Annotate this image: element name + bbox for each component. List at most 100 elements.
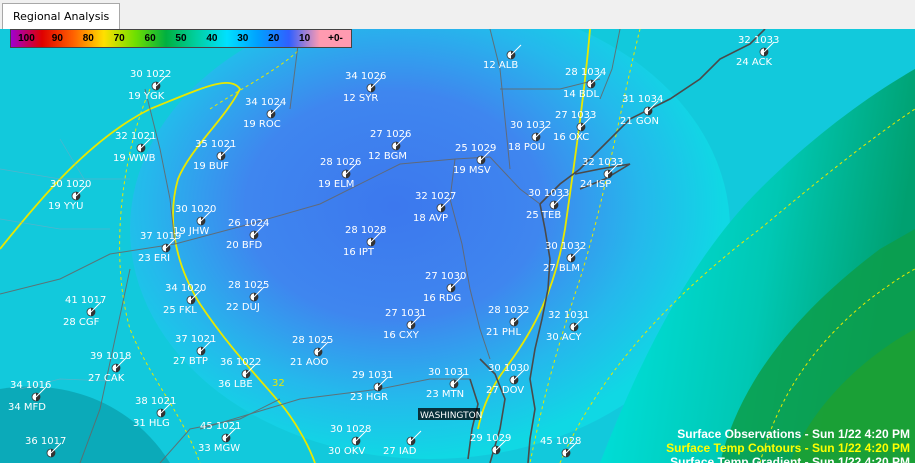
station-temp-pressure: 32 1033: [582, 157, 623, 168]
legend-cell: 50: [165, 30, 197, 47]
station-temp-pressure: 34 1016: [10, 380, 51, 391]
station-temp-pressure: 27 1030: [425, 271, 466, 282]
legend-label: 100: [18, 33, 35, 44]
station-temp-pressure: 30 1022: [130, 69, 171, 80]
legend-cell: +0-: [320, 30, 351, 47]
station-temp-pressure: 41 1017: [65, 295, 106, 306]
station-dewpoint-id: 12 ALB: [483, 60, 518, 71]
status-overlay: Surface Observations - Sun 1/22 4:20 PMS…: [666, 427, 910, 463]
legend-cell: 30: [227, 30, 259, 47]
station-dewpoint-id: 20 BFD: [226, 240, 263, 251]
station-dewpoint-id: 19 BUF: [193, 161, 229, 172]
station-temp-pressure: 28 1032: [488, 305, 529, 316]
status-line: Surface Observations - Sun 1/22 4:20 PM: [677, 427, 910, 441]
station-temp-pressure: 28 1025: [292, 335, 333, 346]
station-temp-pressure: 38 1021: [135, 396, 176, 407]
station-dewpoint-id: 30 ACY: [546, 332, 582, 343]
station-dewpoint-id: 18 POU: [508, 142, 545, 153]
station-dewpoint-id: 21 PHL: [486, 327, 521, 338]
legend-cell: 60: [134, 30, 166, 47]
station-dewpoint-id: 16 IPT: [343, 247, 375, 258]
station-dewpoint-id: 18 AVP: [413, 213, 448, 224]
station-dewpoint-id: 23 ERI: [138, 253, 170, 264]
station-dewpoint-id: 16 OXC: [553, 132, 589, 143]
station-temp-pressure: 28 1028: [345, 225, 386, 236]
station-temp-pressure: 30 1033: [528, 188, 569, 199]
station-dewpoint-id: 27 BLM: [543, 263, 580, 274]
station-dewpoint-id: 27 IAD: [383, 446, 417, 457]
legend-cell: 80: [72, 30, 104, 47]
legend-label: 10: [299, 33, 311, 44]
station-dewpoint-id: 27 DOV: [486, 385, 524, 396]
legend-cell: 100: [11, 30, 42, 47]
station-temp-pressure: 29 1031: [352, 370, 393, 381]
station-dewpoint-id: 14 BDL: [563, 89, 599, 100]
station-dewpoint-id: 19 ELM: [318, 179, 354, 190]
station-dewpoint-id: 33 MGW: [198, 443, 240, 454]
station-dewpoint-id: 34 MFD: [8, 402, 46, 413]
station-dewpoint-id: 24 ISP: [580, 179, 611, 190]
legend-label: 60: [144, 33, 156, 44]
station-temp-pressure: 32 1027: [415, 191, 456, 202]
station-dewpoint-id: 16 RDG: [423, 293, 461, 304]
legend-label: +0-: [328, 33, 343, 44]
station-dewpoint-id: 24 ACK: [736, 57, 773, 68]
legend-label: 80: [82, 33, 94, 44]
weather-map[interactable]: 32 30 1022 19 YGK 34 1026 12 SYR 34 1024 19 R…: [0, 29, 915, 463]
station-dewpoint-id: 19 YYU: [48, 201, 83, 212]
station-dewpoint-id: 23 MTN: [426, 389, 464, 400]
station-temp-pressure: 31 1034: [622, 94, 663, 105]
station-temp-pressure: 28 1025: [228, 280, 269, 291]
legend-label: 20: [268, 33, 280, 44]
station-dewpoint-id: 19 MSV: [453, 165, 491, 176]
station-dewpoint-id: 25 FKL: [163, 305, 197, 316]
legend-label: 50: [175, 33, 187, 44]
station-temp-pressure: 45 1028: [540, 436, 581, 447]
station-temp-pressure: 45 1021: [200, 421, 241, 432]
station-temp-pressure: 30 1020: [50, 179, 91, 190]
city-label-washington: WASHINGTON: [420, 411, 482, 421]
station-dewpoint-id: 28 CGF: [63, 317, 100, 328]
station-temp-pressure: 30 1028: [330, 424, 371, 435]
city-washington[interactable]: WASHINGTON: [418, 408, 482, 421]
legend-cell: 20: [258, 30, 290, 47]
station-temp-pressure: 29 1029: [470, 433, 511, 444]
station-temp-pressure: 25 1029: [455, 143, 496, 154]
legend-cell: 70: [103, 30, 135, 47]
color-legend: 100 90 80 70 60 50 40 30 20 10 +0-: [10, 29, 352, 48]
station-dewpoint-id: 19 ROC: [243, 119, 281, 130]
station-dewpoint-id: 23 HGR: [350, 392, 388, 403]
tab-regional-analysis[interactable]: Regional Analysis: [2, 3, 121, 30]
station-dewpoint-id: 22 DUJ: [226, 302, 260, 313]
station-dewpoint-id: 12 BGM: [368, 151, 407, 162]
legend-cell: 40: [196, 30, 228, 47]
contour-label: 32: [272, 378, 285, 389]
station-dewpoint-id: 19 WWB: [113, 153, 156, 164]
station-dewpoint-id: 16 CXY: [383, 330, 420, 341]
station-temp-pressure: 37 1019: [140, 231, 181, 242]
station-temp-pressure: 30 1032: [545, 241, 586, 252]
station-temp-pressure: 34 1024: [245, 97, 286, 108]
station-temp-pressure: 30 1031: [428, 367, 469, 378]
station-temp-pressure: 27 1031: [385, 308, 426, 319]
station-dewpoint-id: 27 CAK: [88, 373, 125, 384]
legend-label: 30: [237, 33, 249, 44]
station-temp-pressure: 32 1031: [548, 310, 589, 321]
station-temp-pressure: 28 1026: [320, 157, 361, 168]
status-line: Surface Temp Contours - Sun 1/22 4:20 PM: [666, 441, 910, 455]
station-temp-pressure: 27 1033: [555, 110, 596, 121]
station-temp-pressure: 34 1020: [165, 283, 206, 294]
station-dewpoint-id: 12 SYR: [343, 93, 378, 104]
station-dewpoint-id: 21 AOO: [290, 357, 328, 368]
station-dewpoint-id: 31 HLG: [133, 418, 170, 429]
legend-label: 40: [206, 33, 218, 44]
station-temp-pressure: 36 1017: [25, 436, 66, 447]
station-temp-pressure: 35 1021: [195, 139, 236, 150]
station-temp-pressure: 27 1026: [370, 129, 411, 140]
station-temp-pressure: 39 1018: [90, 351, 131, 362]
station-dewpoint-id: 36 LBE: [218, 379, 253, 390]
station-temp-pressure: 30 1020: [175, 204, 216, 215]
legend-label: 70: [113, 33, 125, 44]
station-dewpoint-id: 21 GON: [620, 116, 659, 127]
station-temp-pressure: 32 1033: [738, 35, 779, 46]
